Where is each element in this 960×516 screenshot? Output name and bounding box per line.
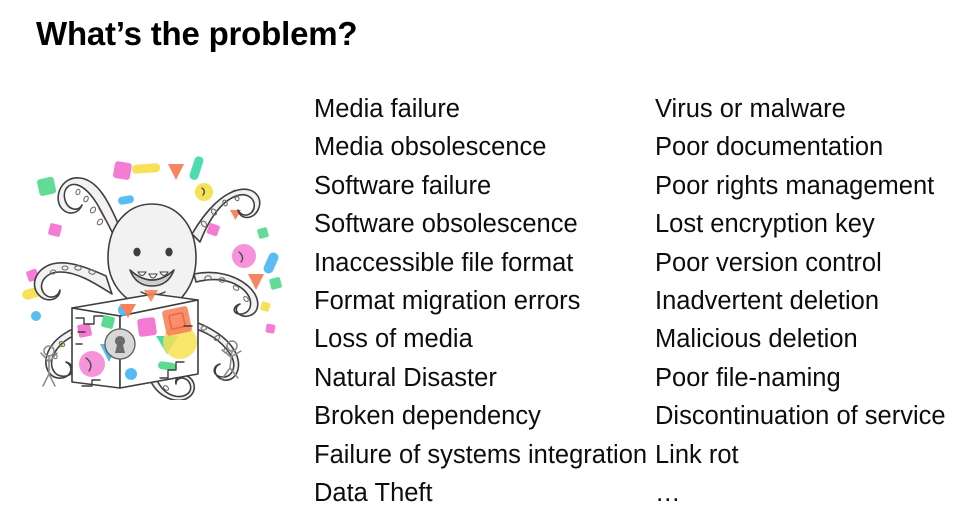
list-item: Poor file-naming [655,363,841,392]
page-title: What’s the problem? [36,15,358,52]
list-item: Inaccessible file format [314,248,574,277]
list-item: Loss of media [314,325,473,354]
list-item: Software obsolescence [314,210,578,239]
list-item: Media failure [314,95,460,123]
problem-list-column-2: Virus or malware Poor documentation Poor… [655,90,954,512]
slide: What’s the problem? .ol { fill:#f2f2f2; … [0,0,960,516]
list-item: Failure of systems integration [314,440,648,469]
list-item: Media obsolescence [314,133,547,162]
list-item: Link rot [655,440,739,469]
list-item: Format migration errors [314,286,581,315]
list-item: Discontinuation of service [655,402,946,431]
list-item: Broken dependency [314,402,541,431]
list-item: Poor version control [655,248,882,277]
list-item: Natural Disaster [314,363,497,392]
list-item: … [655,478,682,507]
list-item: Lost encryption key [655,210,875,239]
list-item: Poor rights management [655,171,935,200]
list-item: Virus or malware [655,95,846,123]
list-item: Malicious deletion [655,325,858,354]
problem-lists: Media failure Media obsolescence Softwar… [314,90,954,512]
list-item: Inadvertent deletion [655,286,879,315]
list-item: Software failure [314,171,492,200]
list-item: Data Theft [314,478,433,507]
list-item: Poor documentation [655,133,884,162]
octopus-guarding-safe-illustration: .ol { fill:#f2f2f2; stroke:#3f3f3f; stro… [8,148,298,400]
problem-list-column-1: Media failure Media obsolescence Softwar… [314,90,655,512]
